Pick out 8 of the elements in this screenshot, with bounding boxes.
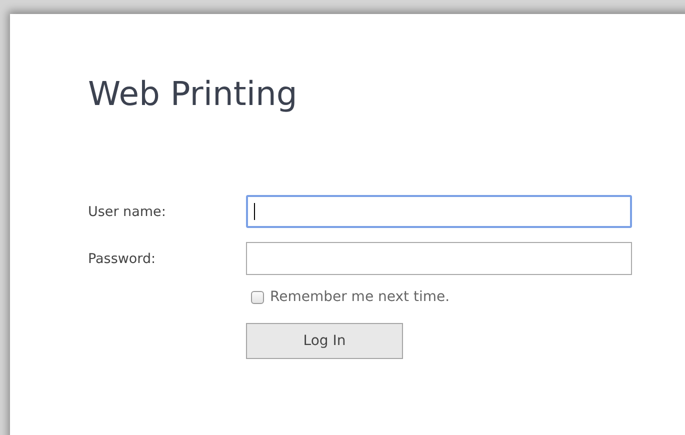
field-label: User name: (88, 204, 167, 220)
checkbox-label[interactable]: Remember me next time. (270, 289, 450, 305)
input-field[interactable] (246, 242, 632, 275)
field-label: Password: (88, 250, 157, 266)
input-field[interactable] (246, 195, 632, 228)
checkbox[interactable] (251, 290, 264, 304)
page-title: Web Printing (88, 73, 298, 115)
login-button[interactable]: Log In (246, 323, 403, 359)
